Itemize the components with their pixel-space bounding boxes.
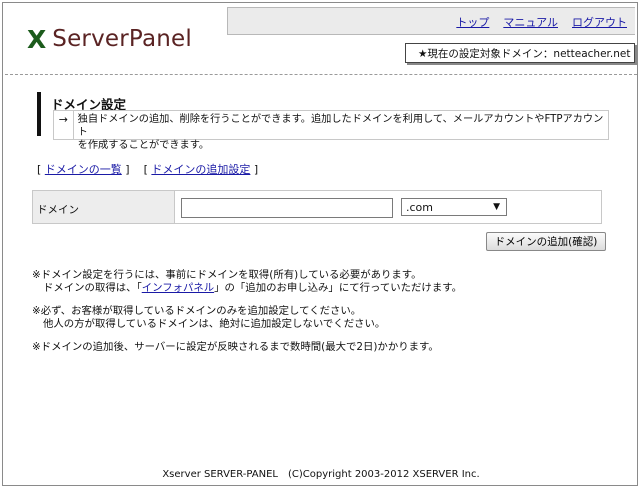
logo-x-mark: X xyxy=(27,25,47,54)
footer-copyright: Xserver SERVER-PANEL (C)Copyright 2003-2… xyxy=(162,469,480,480)
top-nav-bar: トップ マニュアル ログアウト xyxy=(227,7,635,35)
note-text-part: ドメインの取得は、「 xyxy=(43,282,142,294)
description-text: 独自ドメインの追加、削除を行うことができます。追加したドメインを利用して、メール… xyxy=(74,111,608,151)
notes: ※ドメイン設定を行うには、事前にドメインを取得(所有)している必要があります。 … xyxy=(32,269,462,364)
note-item: ※ドメイン設定を行うには、事前にドメインを取得(所有)している必要があります。 … xyxy=(32,269,462,295)
description-line: 独自ドメインの追加、削除を行うことができます。追加したドメインを利用して、メール… xyxy=(77,114,604,138)
note-text: 他人の方が取得しているドメインは、絶対に追加設定しないでください。 xyxy=(43,318,386,330)
note-text-part: 」の「追加のお申し込み」にて行っていただけます。 xyxy=(214,282,462,294)
tld-select[interactable]: .com ▼ xyxy=(401,198,507,216)
dropdown-arrow-icon: ▼ xyxy=(493,202,500,212)
note-text: ドメインの取得は、「インフォパネル」の「追加のお申し込み」にて行っていただけます… xyxy=(32,282,462,294)
tld-selected-value: .com xyxy=(406,200,433,214)
logo-text: ServerPanel xyxy=(52,26,192,52)
description-box: → 独自ドメインの追加、削除を行うことができます。追加したドメインを利用して、メ… xyxy=(53,110,609,151)
add-domain-confirm-button[interactable]: ドメインの追加(確認) xyxy=(486,232,606,251)
current-domain-box: ★現在の設定対象ドメイン：netteacher.net xyxy=(405,43,635,63)
top-links: トップ マニュアル ログアウト xyxy=(456,14,627,30)
note-item: ※ドメインの追加後、サーバーに設定が反映されるまで数時間(最大で2日)かかります… xyxy=(32,341,462,354)
manual-link[interactable]: マニュアル xyxy=(503,14,558,30)
top-link[interactable]: トップ xyxy=(456,14,489,30)
sub-navigation: [ ドメインの一覧 ] [ ドメインの追加設定 ] xyxy=(37,161,258,177)
description-line: を作成することができます。 xyxy=(77,140,210,151)
arrow-icon: → xyxy=(54,111,74,139)
note-item: ※必ず、お客様が取得しているドメインのみを追加設定してください。 他人の方が取得… xyxy=(32,305,462,331)
sublink-wrapper: [ ドメインの追加設定 ] xyxy=(143,163,259,176)
note-text: ※必ず、お客様が取得しているドメインのみを追加設定してください。 xyxy=(32,305,362,317)
note-text: ※ドメインの追加後、サーバーに設定が反映されるまで数時間(最大で2日)かかります… xyxy=(32,341,439,353)
domain-add-link[interactable]: ドメインの追加設定 xyxy=(151,163,250,176)
header-divider xyxy=(5,74,637,75)
serverpanel-logo: X ServerPanel xyxy=(27,27,192,52)
domain-label: ドメイン xyxy=(33,191,175,223)
domain-field-cell: .com ▼ xyxy=(175,191,601,223)
section-marker-bar xyxy=(37,92,41,136)
domain-input[interactable] xyxy=(181,198,393,218)
logout-link[interactable]: ログアウト xyxy=(572,14,627,30)
sublink-wrapper: [ ドメインの一覧 ] xyxy=(37,163,130,176)
domain-form-row: ドメイン .com ▼ xyxy=(32,190,602,224)
current-domain-label: ★現在の設定対象ドメイン：netteacher.net xyxy=(418,47,631,60)
infopanel-link[interactable]: インフォパネル xyxy=(142,282,214,294)
app-window: X ServerPanel トップ マニュアル ログアウト ★現在の設定対象ドメ… xyxy=(2,2,638,486)
domain-list-link[interactable]: ドメインの一覧 xyxy=(45,163,122,176)
note-text: ※ドメイン設定を行うには、事前にドメインを取得(所有)している必要があります。 xyxy=(32,269,422,281)
